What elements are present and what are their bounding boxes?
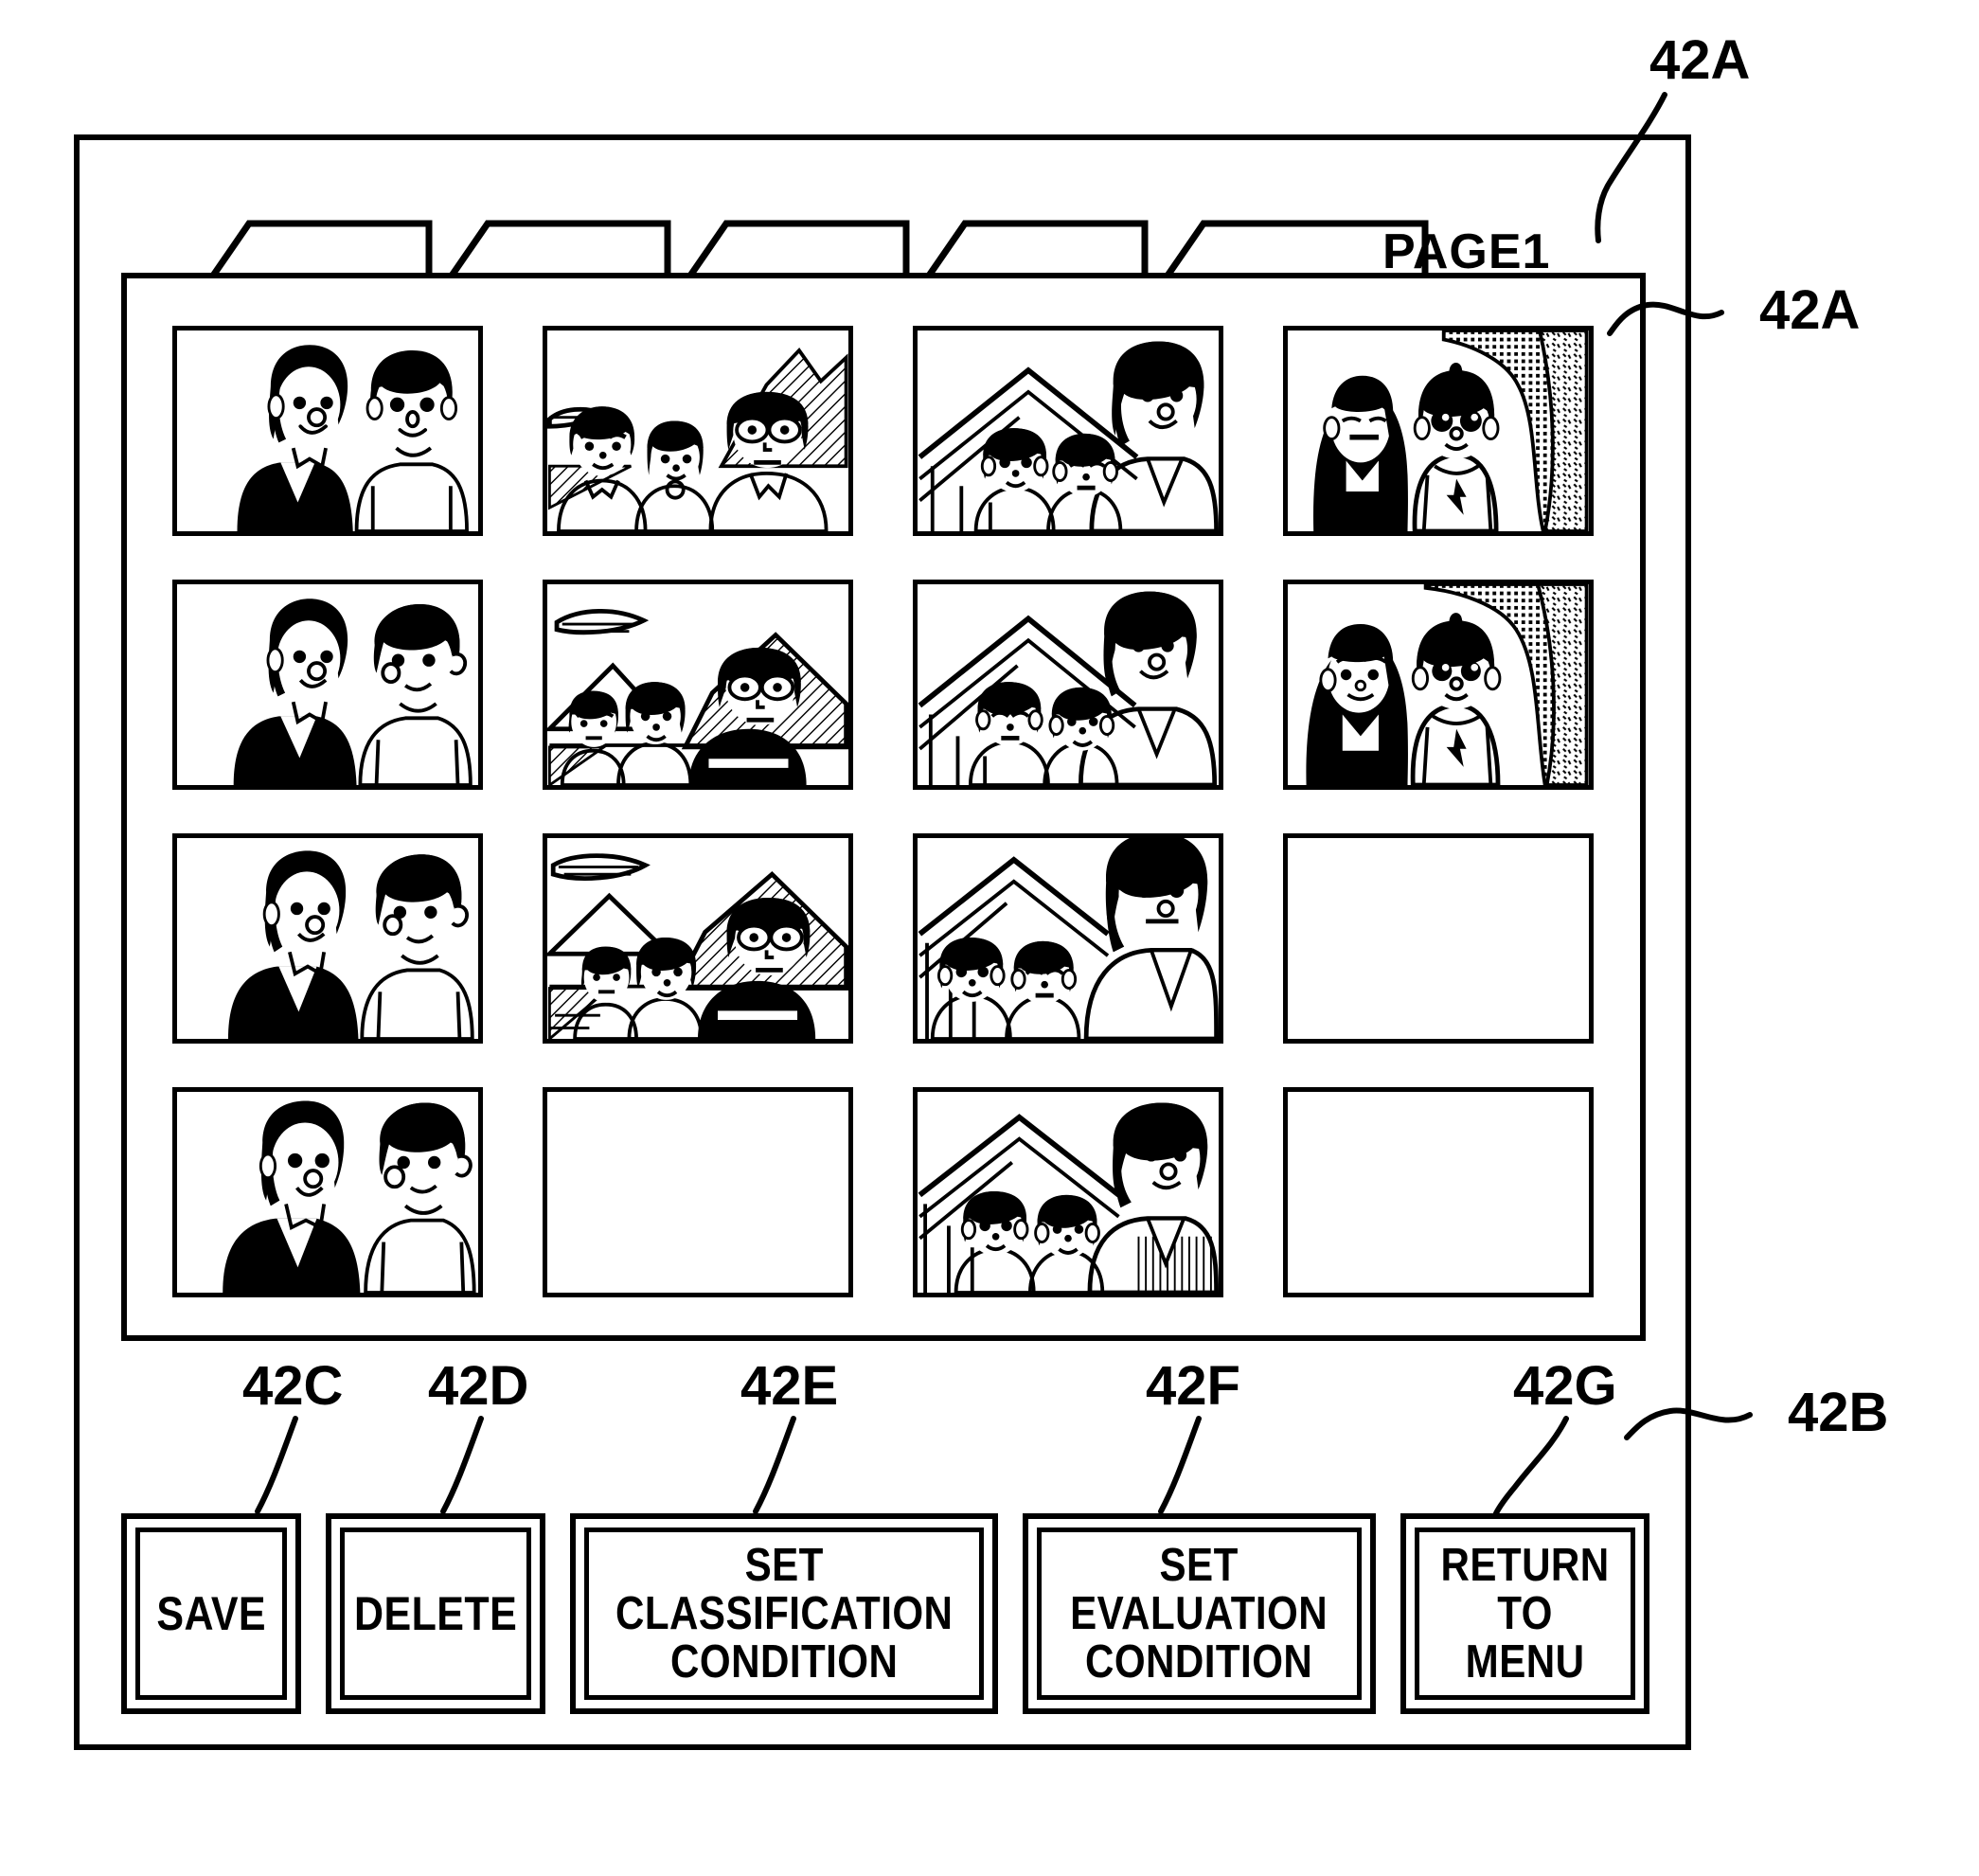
thumbnail-cell-7[interactable] — [913, 580, 1223, 790]
set-classification-condition-button[interactable]: SET CLASSIFICATION CONDITION — [570, 1513, 999, 1714]
thumbnail-cell-16-empty[interactable] — [1283, 1087, 1594, 1297]
thumbnail-cell-15[interactable] — [913, 1087, 1223, 1297]
set-evaluation-condition-button-label: SET EVALUATION CONDITION — [1070, 1539, 1328, 1688]
tab-3 — [684, 220, 910, 278]
photo-family-roof-three-d — [918, 1092, 1219, 1293]
photo-family-roof-three — [918, 331, 1219, 531]
return-to-menu-button[interactable]: RETURN TO MENU — [1400, 1513, 1649, 1714]
tab-1 — [206, 220, 433, 278]
photo-group-three-mountain-b — [547, 838, 848, 1039]
photo-couple-woman-man — [179, 331, 476, 531]
tab-2 — [445, 220, 671, 278]
thumbnail-cell-9[interactable] — [172, 833, 483, 1044]
delete-button-label: DELETE — [354, 1587, 518, 1640]
photo-group-three-outdoor — [547, 331, 848, 531]
thumbnail-cell-14-empty[interactable] — [543, 1087, 853, 1297]
thumbnail-cell-13[interactable] — [172, 1087, 483, 1297]
ref-label-42e: 42E — [740, 1355, 839, 1417]
photo-two-kids-textured-bg-b — [1290, 584, 1589, 785]
photo-couple-woman-man-2 — [179, 584, 476, 785]
thumbnail-cell-6[interactable] — [543, 580, 853, 790]
thumbnail-cell-10[interactable] — [543, 833, 853, 1044]
thumbnail-cell-8[interactable] — [1283, 580, 1594, 790]
set-evaluation-condition-button[interactable]: SET EVALUATION CONDITION — [1023, 1513, 1376, 1714]
ref-label-42g: 42G — [1513, 1355, 1617, 1417]
save-button-inner: SAVE — [135, 1528, 288, 1700]
thumbnail-cell-2[interactable] — [543, 326, 853, 536]
ref-label-42a-top: 42A — [1649, 29, 1751, 91]
thumbnail-cell-11[interactable] — [913, 833, 1223, 1044]
set-classification-condition-button-label: SET CLASSIFICATION CONDITION — [615, 1539, 954, 1688]
save-button[interactable]: SAVE — [121, 1513, 302, 1714]
save-button-label: SAVE — [156, 1587, 267, 1640]
tab-label-page1[interactable]: PAGE1 — [1382, 225, 1550, 278]
return-to-menu-button-label: RETURN TO MENU — [1440, 1539, 1610, 1688]
tab-4 — [922, 220, 1149, 278]
thumbnail-cell-1[interactable] — [172, 326, 483, 536]
set-evaluation-condition-button-inner: SET EVALUATION CONDITION — [1037, 1528, 1362, 1700]
ref-label-42b: 42B — [1788, 1382, 1889, 1443]
delete-button-inner: DELETE — [340, 1528, 532, 1700]
thumbnail-grid — [172, 326, 1595, 1299]
thumbnail-cell-5[interactable] — [172, 580, 483, 790]
set-classification-condition-button-inner: SET CLASSIFICATION CONDITION — [584, 1528, 985, 1700]
photo-couple-woman-man-4 — [179, 1092, 476, 1293]
delete-button[interactable]: DELETE — [326, 1513, 546, 1714]
photo-family-roof-three-b — [918, 584, 1218, 785]
action-button-bar: SAVE DELETE SET CLASSIFICATION CONDITION… — [121, 1513, 1649, 1714]
ref-label-42c: 42C — [242, 1355, 344, 1417]
photo-group-three-mountain — [547, 584, 848, 785]
figure-canvas: PAGE1 42A 42A 42B 42C 42D 42E 42F 42G SA… — [0, 0, 1979, 1876]
photo-family-roof-three-c — [918, 838, 1219, 1039]
ref-label-42a-right: 42A — [1759, 279, 1861, 341]
ref-label-42d: 42D — [428, 1355, 529, 1417]
ref-label-42f: 42F — [1146, 1355, 1240, 1417]
photo-couple-woman-man-3 — [179, 838, 476, 1039]
thumbnail-cell-4[interactable] — [1283, 326, 1594, 536]
thumbnail-cell-12-empty[interactable] — [1283, 833, 1594, 1044]
thumbnail-cell-3[interactable] — [913, 326, 1223, 536]
return-to-menu-button-inner: RETURN TO MENU — [1414, 1528, 1635, 1700]
photo-two-kids-textured-bg — [1290, 331, 1589, 531]
